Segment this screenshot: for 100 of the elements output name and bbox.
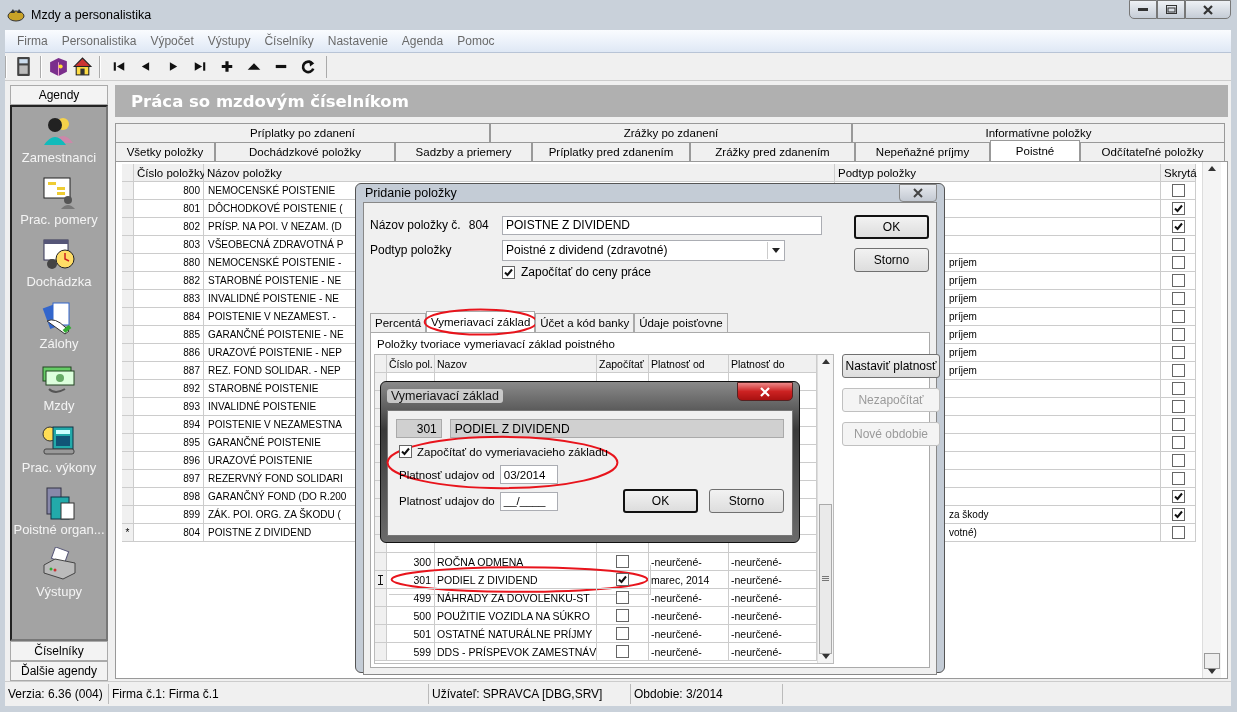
menu-item[interactable]: Číselníky: [257, 34, 321, 48]
name-field: PODIEL Z DIVIDEND: [449, 419, 784, 438]
table-cell: 800: [183, 185, 200, 196]
tab[interactable]: Všetky položky: [115, 142, 215, 161]
sidebar-button[interactable]: Číselníky: [10, 641, 108, 661]
table-cell: URAZOVÉ POISTENIE: [208, 455, 313, 466]
field-label: Platnosť udajov do: [399, 495, 495, 507]
tab[interactable]: Zrážky pred zdanením: [690, 142, 855, 161]
table-cell: 880: [183, 257, 200, 268]
column-header[interactable]: Číslo položky: [134, 164, 204, 182]
tab[interactable]: Príplatky po zdanení: [115, 123, 490, 142]
item-number: 804: [468, 218, 489, 232]
table-cell: GARANČNÝ FOND (DO R.200: [208, 491, 347, 502]
column-header[interactable]: Platnosť do: [729, 355, 817, 373]
menu-item[interactable]: Firma: [10, 34, 55, 48]
table-cell: POISTENIE V NEZAMESTNA: [208, 419, 342, 430]
cancel-button[interactable]: Storno: [854, 248, 929, 272]
sidebar-header[interactable]: Agendy: [10, 85, 108, 105]
table-cell: INVALIDNÉ POISTENIE: [208, 401, 317, 412]
column-header[interactable]: Nazov: [435, 355, 597, 373]
ok-button[interactable]: OK: [854, 215, 929, 239]
tab[interactable]: Zrážky po zdanení: [490, 123, 852, 142]
table-cell: 886: [183, 347, 200, 358]
table-cell: NÁHRADY ZA DOVOLENKU-ST: [437, 591, 590, 604]
table-cell: 501: [413, 627, 431, 640]
table-cell: 885: [183, 329, 200, 340]
table-cell: votné): [949, 527, 977, 538]
menu-item[interactable]: Pomoc: [450, 34, 502, 48]
table-cell: 301: [413, 573, 431, 586]
sidebar-button[interactable]: Ďalšie agendy: [10, 661, 108, 681]
dialog-title: Pridanie položky: [364, 186, 457, 200]
field-label: Podtyp položky: [370, 243, 453, 257]
table-cell: POUŽITIE VOZIDLA NA SÚKRO: [437, 609, 590, 622]
table-cell: za škody: [949, 509, 989, 520]
tab[interactable]: Dochádzkové položky: [215, 142, 395, 161]
menu-item[interactable]: Výpočet: [143, 34, 201, 48]
tab[interactable]: Nepeňažné príjmy: [855, 142, 990, 161]
menu-item[interactable]: Agenda: [394, 34, 451, 48]
tab[interactable]: Odčítateľné položky: [1080, 142, 1225, 161]
table-cell: PODIEL Z DIVIDEND: [437, 573, 538, 586]
table-cell: 898: [183, 491, 200, 502]
table-cell: 894: [183, 419, 200, 430]
table-cell: 882: [183, 275, 200, 286]
table-cell: URAZOVÉ POISTENIE - NEP: [208, 347, 342, 358]
status-text: Verzia: 6.36 (004): [5, 684, 109, 704]
column-header[interactable]: Skrytá: [1161, 164, 1196, 182]
table-cell: 803: [183, 239, 200, 250]
column-header[interactable]: Platnosť od: [649, 355, 729, 373]
table-cell: -neurčené-: [731, 609, 782, 622]
table-cell: INVALIDNÉ POISTENIE - NE: [208, 293, 339, 304]
date-field[interactable]: __/____: [499, 491, 558, 511]
subtype-dropdown[interactable]: Poistné z dividend (zdravotné): [502, 239, 785, 261]
table-cell: príjem: [949, 347, 977, 358]
new-row-marker: *: [125, 527, 130, 538]
ok-button[interactable]: OK: [623, 489, 698, 513]
table-cell: GARANČNÉ POISTENIE: [208, 437, 321, 448]
tab[interactable]: Účet a kód banky: [535, 313, 635, 332]
date-field[interactable]: 03/2014: [499, 465, 558, 484]
menu-item[interactable]: Nastavenie: [320, 34, 395, 48]
row-selector[interactable]: *: [122, 524, 134, 542]
menu-item[interactable]: Výstupy: [200, 34, 258, 48]
tab[interactable]: Príplatky pred zdanením: [532, 142, 690, 161]
status-text: Užívateľ: SPRAVCA [DBG,SRV]: [429, 684, 631, 704]
tab[interactable]: Percentá: [370, 313, 427, 332]
cancel-button[interactable]: Storno: [709, 489, 784, 513]
table-cell: GARANČNÉ POISTENIE - NE: [208, 329, 344, 340]
table-cell: príjem: [949, 329, 977, 340]
table-cell: POISTNE Z DIVIDEND: [208, 527, 312, 538]
menu-item[interactable]: Personalistika: [54, 34, 144, 48]
panel-caption: Položky tvoriace vymeriavací základ poistného: [376, 338, 616, 350]
table-cell: REZERVNÝ FOND SOLIDARI: [208, 473, 343, 484]
checkbox-label: Započítať do ceny práce: [521, 265, 651, 279]
table-cell: REZ. FOND SOLIDAR. - NEP: [208, 365, 341, 376]
field-label: Platnosť udajov od: [399, 468, 495, 481]
column-header[interactable]: Započítať: [597, 355, 649, 373]
table-cell: -neurčené-: [651, 555, 702, 568]
tab[interactable]: Údaje poisťovne: [634, 313, 728, 332]
tab[interactable]: Informatívne položky: [852, 123, 1225, 142]
table-cell: príjem: [949, 311, 977, 322]
table-cell: príjem: [949, 293, 977, 304]
table-cell: 893: [183, 401, 200, 412]
table-cell: STAROBNÉ POISTENIE - NE: [208, 275, 342, 286]
name-field[interactable]: POISTNE Z DIVIDEND: [502, 215, 822, 235]
table-cell: -neurčené-: [731, 627, 782, 640]
tab[interactable]: Sadzby a priemery: [395, 142, 532, 161]
table-cell: 899: [183, 509, 200, 520]
field-label: Názov položky č.: [370, 218, 461, 232]
table-cell: -neurčené-: [731, 555, 782, 568]
column-header[interactable]: Názov položky: [204, 164, 835, 182]
table-cell: 801: [183, 203, 200, 214]
tab[interactable]: Poistné: [990, 140, 1080, 161]
column-header[interactable]: Podtyp položky: [835, 164, 1161, 182]
table-cell: 883: [183, 293, 200, 304]
table-cell: PRÍSP. NA POI. V NEZAM. (D: [208, 221, 342, 232]
table-cell: marec, 2014: [651, 573, 710, 586]
column-header[interactable]: Číslo pol.: [387, 355, 435, 373]
table-cell: POISTENIE V NEZAMEST. -: [208, 311, 336, 322]
action-button[interactable]: Nastaviť platnosť: [842, 354, 940, 378]
table-cell: 895: [183, 437, 200, 448]
table-cell: NEMOCENSKÉ POISTENIE: [208, 185, 336, 196]
